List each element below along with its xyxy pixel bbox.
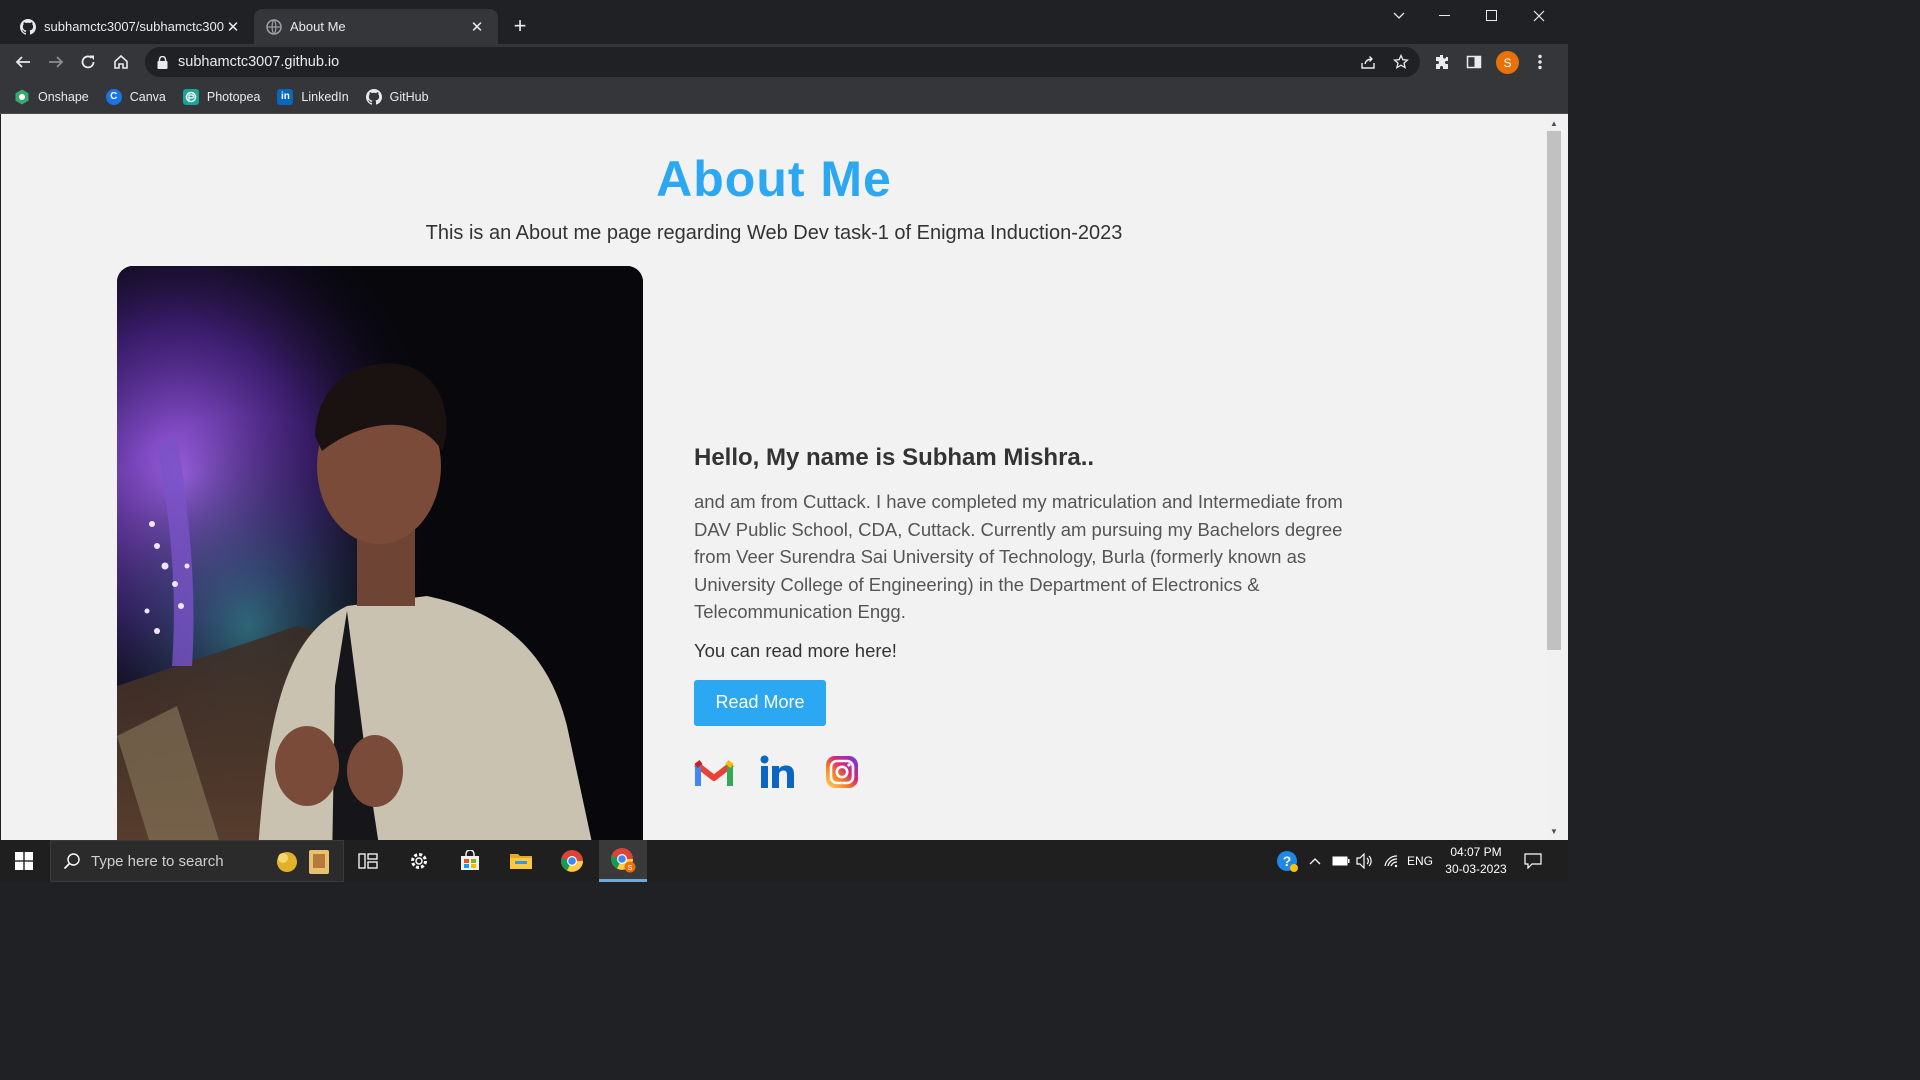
search-placeholder: Type here to search <box>91 852 224 870</box>
tab-about-me[interactable]: About Me ✕ <box>254 9 498 44</box>
browser-toolbar: subhamctc3007.github.io S <box>0 44 1568 80</box>
taskbar-search-box[interactable]: Type here to search <box>50 840 344 882</box>
greeting-heading: Hello, My name is Subham Mishra.. <box>694 444 1095 471</box>
tab-title: subhamctc3007/subhamctc3007 <box>44 19 224 34</box>
notifications-icon[interactable] <box>1524 840 1542 882</box>
read-more-text: You can read more here! <box>694 639 897 661</box>
globe-icon <box>266 18 282 35</box>
chrome-profile-icon[interactable]: S <box>599 840 647 882</box>
battery-icon[interactable] <box>1332 840 1350 882</box>
github-icon <box>20 18 36 35</box>
tab-title: About Me <box>290 19 346 34</box>
maximize-button[interactable] <box>1469 0 1515 32</box>
address-bar[interactable]: subhamctc3007.github.io <box>145 47 1420 77</box>
bookmark-label: GitHub <box>389 89 429 104</box>
bookmarks-bar: Onshape C Canva Photopea in LinkedIn Git… <box>0 80 1568 114</box>
clock-time: 04:07 PM <box>1450 845 1502 859</box>
onshape-icon <box>14 89 30 105</box>
minimize-button[interactable] <box>1422 0 1468 32</box>
bookmark-onshape[interactable]: Onshape <box>14 89 89 105</box>
bookmark-label: Photopea <box>206 89 261 104</box>
github-icon <box>365 88 382 105</box>
bookmark-linkedin[interactable]: in LinkedIn <box>277 88 349 105</box>
page-scrollbar[interactable]: ▲ ▼ <box>1546 114 1568 840</box>
close-icon[interactable]: ✕ <box>224 18 242 36</box>
svg-text:?: ? <box>1283 853 1292 869</box>
scrollbar-thumb[interactable] <box>1547 131 1561 650</box>
bookmark-label: Onshape <box>38 89 89 104</box>
home-button[interactable] <box>105 46 137 78</box>
page-subtitle: This is an About me page regarding Web D… <box>425 222 1123 244</box>
linkedin-icon: in <box>277 88 294 105</box>
social-links <box>694 752 1394 792</box>
profile-avatar[interactable]: S <box>1496 51 1519 74</box>
volume-icon[interactable] <box>1356 840 1374 882</box>
search-highlight-icon <box>271 846 337 883</box>
side-panel-icon[interactable] <box>1458 46 1490 78</box>
bookmark-label: Canva <box>129 89 166 104</box>
bio-paragraph: and am from Cuttack. I have completed my… <box>694 491 1343 622</box>
wifi-icon[interactable] <box>1383 840 1399 882</box>
bookmark-canva[interactable]: C Canva <box>105 88 166 105</box>
svg-text:S: S <box>628 865 633 872</box>
photopea-icon <box>182 88 199 105</box>
page-viewport: About Me This is an About me page regard… <box>0 114 1546 840</box>
task-view-icon[interactable] <box>344 840 392 882</box>
canva-icon: C <box>105 88 122 105</box>
reload-button[interactable] <box>72 46 104 78</box>
help-icon[interactable]: ? <box>1276 840 1300 882</box>
close-icon[interactable]: ✕ <box>468 18 486 36</box>
tab-strip: subhamctc3007/subhamctc3007 ✕ About Me ✕… <box>0 0 1568 44</box>
clock-date: 30-03-2023 <box>1445 862 1507 876</box>
scroll-down-arrow-icon[interactable]: ▼ <box>1549 826 1559 836</box>
bookmark-github[interactable]: GitHub <box>365 88 429 105</box>
language-indicator[interactable]: ENG <box>1407 840 1433 882</box>
forward-button[interactable] <box>40 46 72 78</box>
read-more-button[interactable]: Read More <box>694 679 826 726</box>
share-icon[interactable] <box>1352 46 1384 78</box>
profile-photo <box>117 266 643 840</box>
windows-start-button[interactable] <box>0 840 48 882</box>
linkedin-icon[interactable] <box>758 752 798 792</box>
file-explorer-icon[interactable] <box>497 840 545 882</box>
about-content: Hello, My name is Subham Mishra.. and am… <box>694 444 1394 792</box>
microsoft-store-icon[interactable] <box>446 840 494 882</box>
search-icon <box>63 852 81 870</box>
instagram-icon[interactable] <box>822 752 862 792</box>
windows-taskbar: Type here to search S ? ENG 04:07 PM 30-… <box>0 840 1568 882</box>
new-tab-button[interactable]: + <box>506 12 534 40</box>
extensions-icon[interactable] <box>1426 46 1458 78</box>
chrome-icon[interactable] <box>548 840 596 882</box>
url-text: subhamctc3007.github.io <box>178 54 340 70</box>
close-window-button[interactable] <box>1516 0 1562 32</box>
tab-github-repo[interactable]: subhamctc3007/subhamctc3007 ✕ <box>8 9 254 44</box>
bookmark-star-icon[interactable] <box>1385 46 1417 78</box>
bookmark-photopea[interactable]: Photopea <box>182 88 261 105</box>
show-hidden-icons-chevron-icon[interactable] <box>1309 840 1321 882</box>
menu-icon[interactable] <box>1524 46 1556 78</box>
lock-icon[interactable] <box>157 55 171 69</box>
page-title: About Me <box>656 151 892 207</box>
bookmark-label: LinkedIn <box>301 89 349 104</box>
back-button[interactable] <box>7 46 39 78</box>
tab-search-icon[interactable] <box>1376 0 1422 32</box>
gmail-icon[interactable] <box>694 752 734 792</box>
scroll-up-arrow-icon[interactable]: ▲ <box>1549 118 1559 128</box>
system-clock[interactable]: 04:07 PM 30-03-2023 <box>1440 844 1512 878</box>
settings-gear-icon[interactable] <box>395 840 443 882</box>
